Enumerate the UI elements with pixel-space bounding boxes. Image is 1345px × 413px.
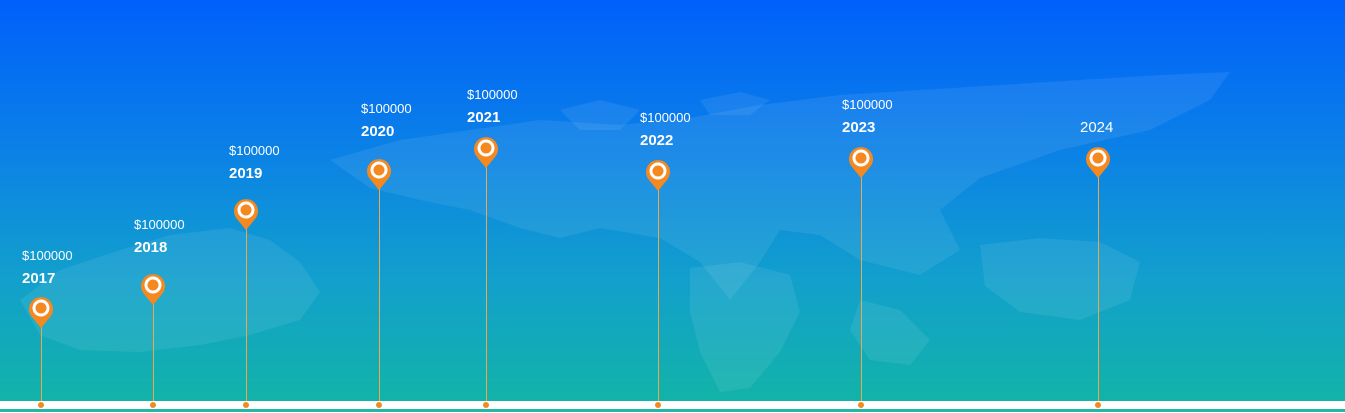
milestone-year: 2023 bbox=[842, 119, 876, 136]
location-pin-icon bbox=[849, 147, 873, 178]
axis-dot bbox=[243, 402, 249, 408]
bottom-rule bbox=[0, 409, 1345, 412]
location-pin-icon bbox=[646, 160, 670, 191]
milestone-year: 2021 bbox=[467, 109, 501, 126]
milestone-amount: $100000 bbox=[467, 87, 518, 102]
location-pin-icon bbox=[141, 274, 165, 305]
milestone-stem bbox=[658, 183, 659, 401]
milestone-amount: $100000 bbox=[361, 101, 412, 116]
timeline-stage: $100000 2017 $100000 2018 $100000 2019 $… bbox=[0, 0, 1345, 401]
milestone-stem bbox=[246, 222, 247, 401]
milestone-stem bbox=[486, 160, 487, 401]
axis-dot bbox=[1095, 402, 1101, 408]
location-pin-icon bbox=[1086, 147, 1110, 178]
milestone-year: 2019 bbox=[229, 165, 263, 182]
milestone-year: 2024 bbox=[1080, 119, 1114, 136]
milestone-year: 2017 bbox=[22, 270, 56, 287]
axis-dot bbox=[858, 402, 864, 408]
milestone-amount: $100000 bbox=[22, 248, 73, 263]
milestone-stem bbox=[1098, 170, 1099, 401]
milestone-year: 2018 bbox=[134, 239, 168, 256]
axis-dot bbox=[150, 402, 156, 408]
axis-dot bbox=[655, 402, 661, 408]
timeline-axis bbox=[0, 401, 1345, 409]
milestone-stem bbox=[861, 170, 862, 401]
axis-dot bbox=[483, 402, 489, 408]
milestone-amount: $100000 bbox=[134, 217, 185, 232]
milestone-stem bbox=[153, 298, 154, 401]
milestone-amount: $100000 bbox=[842, 97, 893, 112]
world-map-background bbox=[20, 72, 1230, 392]
milestone-stem bbox=[379, 182, 380, 401]
milestone-year: 2022 bbox=[640, 132, 674, 149]
axis-dot bbox=[376, 402, 382, 408]
location-pin-icon bbox=[367, 159, 391, 190]
location-pin-icon bbox=[234, 199, 258, 230]
location-pin-icon bbox=[29, 297, 53, 328]
axis-dot bbox=[38, 402, 44, 408]
milestone-amount: $100000 bbox=[640, 110, 691, 125]
location-pin-icon bbox=[474, 137, 498, 168]
milestone-amount: $100000 bbox=[229, 143, 280, 158]
milestone-stem bbox=[41, 322, 42, 401]
milestone-year: 2020 bbox=[361, 123, 395, 140]
